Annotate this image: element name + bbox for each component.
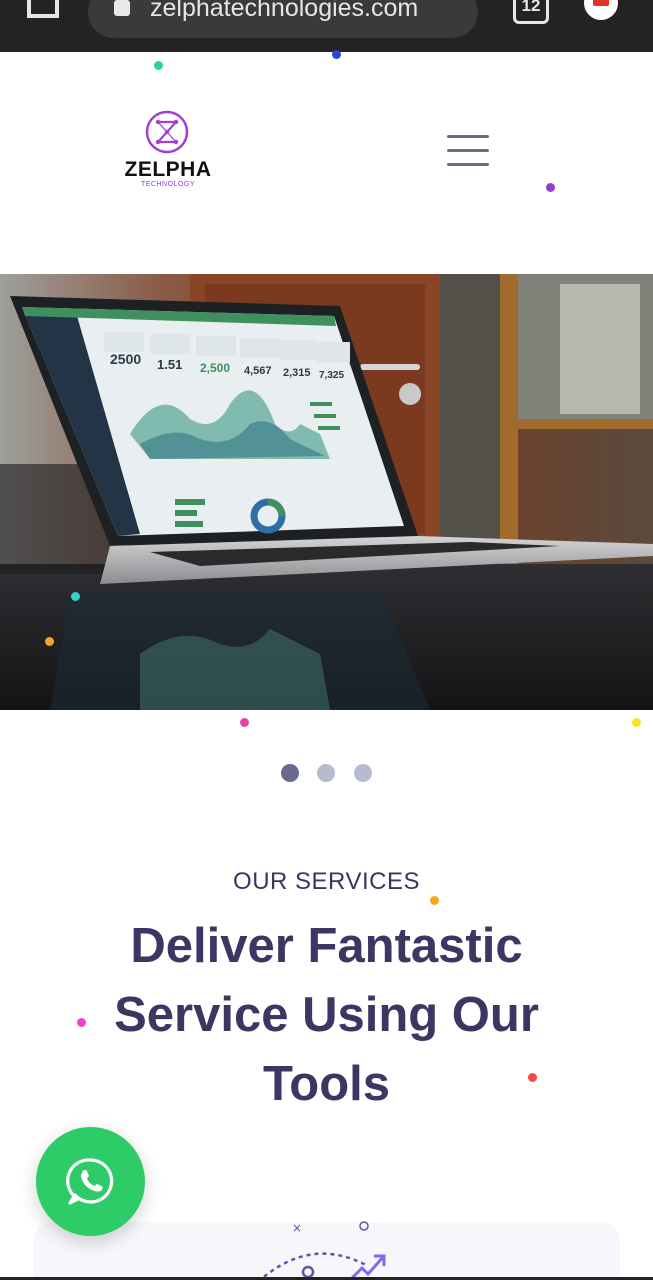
address-bar[interactable]: zelphatechnologies.com xyxy=(88,0,478,38)
tab-switcher-button[interactable]: 12 xyxy=(513,0,549,24)
decorative-dot xyxy=(430,896,439,905)
page: zelphatechnologies.com 12 ZELPHA TECHNOL… xyxy=(0,0,653,1280)
url-text: zelphatechnologies.com xyxy=(150,0,419,22)
hero-stat: 7,325 xyxy=(319,370,344,381)
decorative-dot xyxy=(154,61,163,70)
decorative-dot xyxy=(77,1018,86,1027)
browser-extension-icon[interactable] xyxy=(584,0,618,20)
site-logo[interactable]: ZELPHA TECHNOLOGY xyxy=(118,110,218,194)
decorative-dot xyxy=(45,637,54,646)
hero-stat: 2500 xyxy=(110,351,141,367)
decorative-dot xyxy=(632,718,641,727)
carousel-dot-3[interactable] xyxy=(354,764,372,782)
decorative-dot xyxy=(546,183,555,192)
services-heading: Deliver Fantastic Service Using Our Tool… xyxy=(114,919,539,1111)
decorative-dot xyxy=(528,1073,537,1082)
decorative-dot xyxy=(332,50,341,59)
carousel-dot-1[interactable] xyxy=(281,764,299,782)
hamburger-menu-button[interactable] xyxy=(447,132,491,168)
hero-image: 2500 1.51 2,500 4,567 2,315 7,325 xyxy=(0,274,653,710)
browser-toolbar: zelphatechnologies.com 12 xyxy=(0,0,653,52)
decorative-dot xyxy=(240,718,249,727)
hero-stat: 1.51 xyxy=(157,357,182,372)
whatsapp-chat-button[interactable] xyxy=(36,1127,145,1236)
carousel-dot-2[interactable] xyxy=(317,764,335,782)
whatsapp-icon xyxy=(66,1158,114,1205)
hero-stat: 4,567 xyxy=(244,365,272,377)
services-kicker: OUR SERVICES xyxy=(233,868,420,895)
hero-stat: 2,315 xyxy=(283,367,311,379)
svg-text:×: × xyxy=(292,1221,302,1235)
logo-mark-icon xyxy=(145,110,189,154)
hero-stat: 2,500 xyxy=(200,361,230,375)
lock-icon xyxy=(114,0,130,16)
logo-name: ZELPHA xyxy=(124,158,212,181)
home-icon[interactable] xyxy=(26,0,60,20)
decorative-dot xyxy=(71,592,80,601)
growth-chart-icon: × xyxy=(258,1221,386,1280)
hamburger-icon xyxy=(447,135,489,138)
logo-tagline: TECHNOLOGY xyxy=(140,181,195,188)
